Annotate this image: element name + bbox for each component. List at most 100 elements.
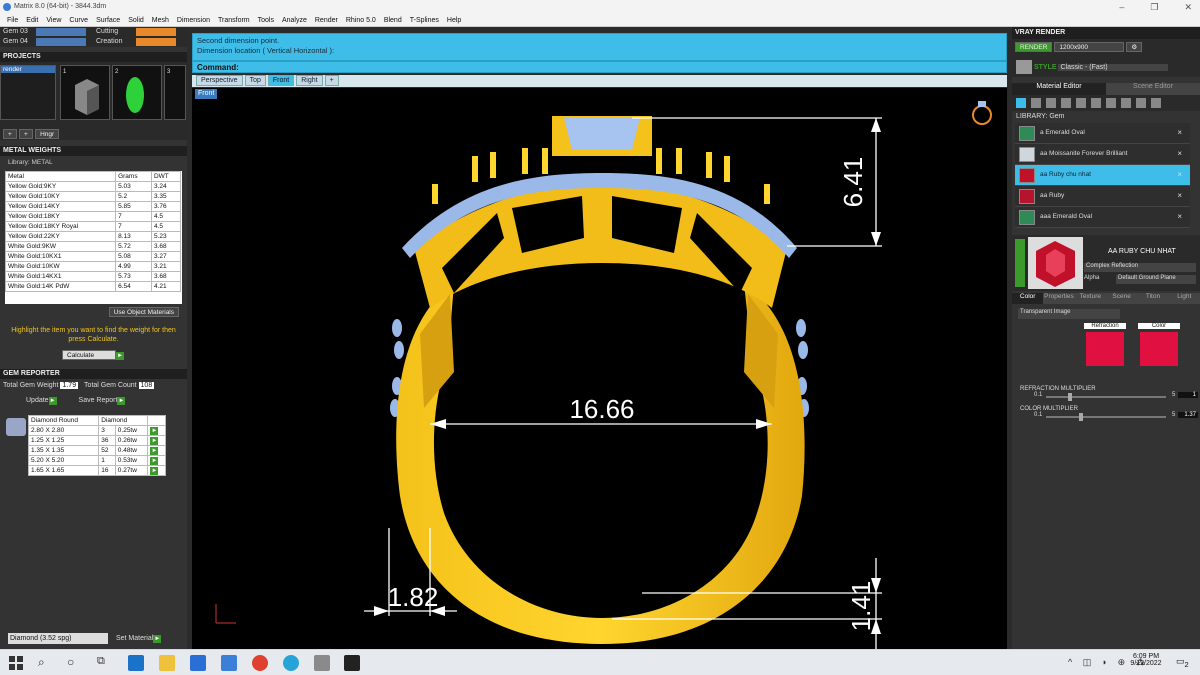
project-thumb-1[interactable]: 1 (60, 65, 110, 120)
add-project-button[interactable]: + (3, 129, 17, 139)
gem-row-go-icon[interactable]: ► (150, 447, 159, 455)
tab-material-editor[interactable]: Material Editor (1012, 83, 1106, 95)
task-view-icon[interactable]: ⧉ (97, 655, 113, 671)
gem-row-go-icon[interactable]: ► (150, 467, 159, 475)
metal-row[interactable]: White Gold:14K PdW 6.54 4.21 (5, 281, 182, 292)
gem-report-row[interactable]: 1.35 X 1.35 52 0.48tw ► (27, 445, 166, 456)
gem-row-go-icon[interactable]: ► (150, 427, 159, 435)
menu-tools[interactable]: Tools (254, 14, 278, 26)
menu-solid[interactable]: Solid (124, 14, 148, 26)
material-tool-icon[interactable] (1151, 98, 1161, 108)
chrome-icon[interactable] (252, 655, 268, 671)
gem-row[interactable]: Gem 03 Cutting (0, 27, 187, 37)
gem-row-go-icon[interactable]: ► (150, 457, 159, 465)
projects-list[interactable]: render (0, 65, 56, 120)
tab-perspective[interactable]: Perspective (196, 75, 243, 86)
cutting-toolbar[interactable] (136, 28, 176, 36)
remove-material-icon[interactable]: × (1177, 149, 1182, 158)
search-icon[interactable]: ⌕ (38, 655, 54, 671)
refraction-swatch[interactable] (1086, 332, 1124, 366)
set-material-go-icon[interactable]: ► (153, 635, 162, 643)
menu-render[interactable]: Render (311, 14, 342, 26)
gem-report-row[interactable]: 1.25 X 1.25 36 0.26tw ► (27, 435, 166, 446)
subtab-titon[interactable]: Titon (1137, 293, 1169, 304)
metal-row[interactable]: White Gold:14KX1 5.73 3.68 (5, 271, 182, 282)
transparent-image-select[interactable]: Transparent Image (1018, 309, 1120, 319)
material-tool-icon[interactable] (1061, 98, 1071, 108)
clock[interactable]: 6:09 PM 9/12/2022 (1126, 653, 1166, 667)
reflection-select[interactable]: Complex Reflection (1084, 263, 1196, 272)
subtab-properties[interactable]: Properties (1043, 293, 1075, 304)
color-slider-thumb[interactable] (1079, 413, 1083, 421)
color-multiplier-value[interactable]: 1.37 (1178, 412, 1198, 418)
add-button[interactable]: + (19, 129, 33, 139)
material-tool-icon[interactable] (1046, 98, 1056, 108)
menu-surface[interactable]: Surface (92, 14, 124, 26)
menu-blend[interactable]: Blend (380, 14, 406, 26)
file-explorer-icon[interactable] (159, 655, 175, 671)
add-viewport-icon[interactable]: + (324, 75, 339, 86)
creation-toolbar[interactable] (136, 38, 176, 46)
material-item[interactable]: aaa Emerald Oval × (1015, 207, 1190, 228)
menu-help[interactable]: Help (443, 14, 465, 26)
material-list[interactable]: a Emerald Oval × aa Moissanite Forever Bri… (1015, 123, 1190, 233)
material-item[interactable]: aa Ruby × (1015, 186, 1190, 207)
menu-dimension[interactable]: Dimension (173, 14, 214, 26)
command-input[interactable]: Command: (192, 61, 1007, 73)
project-thumb-2[interactable]: 2 (112, 65, 162, 120)
material-tool-icon[interactable] (1076, 98, 1086, 108)
project-thumb-3[interactable]: 3 (164, 65, 186, 120)
menu-tsplines[interactable]: T-Splines (406, 14, 443, 26)
gem-report-row[interactable]: 1.65 X 1.65 16 0.27tw ► (27, 465, 166, 476)
save-report-button[interactable]: Save Report (79, 397, 118, 404)
close-button[interactable]: ✕ (1184, 0, 1192, 14)
use-object-materials-button[interactable]: Use Object Materials (108, 307, 179, 317)
metal-row[interactable]: Yellow Gold:10KY 5.2 3.35 (5, 191, 182, 202)
material-item[interactable]: aa Moissanite Forever Brilliant × (1015, 144, 1190, 165)
notification-icon[interactable]: ▭2 (1176, 656, 1189, 669)
remove-material-icon[interactable]: × (1177, 212, 1182, 221)
menu-transform[interactable]: Transform (214, 14, 254, 26)
windows-start-icon[interactable] (8, 655, 24, 671)
update-go-icon[interactable]: ► (48, 397, 57, 405)
save-go-icon[interactable]: ► (117, 397, 126, 405)
tab-top[interactable]: Top (244, 75, 266, 86)
matrix-icon[interactable] (344, 655, 360, 671)
edge-icon[interactable] (128, 655, 144, 671)
style-select[interactable]: Classic - (Fast) (1058, 63, 1169, 71)
ring-view-icon[interactable] (972, 101, 992, 125)
metal-row[interactable]: Yellow Gold:22KY 8.13 5.23 (5, 231, 182, 242)
tab-front[interactable]: Front (267, 75, 295, 86)
material-item[interactable]: aa Ruby chu nhat × (1015, 165, 1190, 186)
tab-scene-editor[interactable]: Scene Editor (1106, 83, 1200, 95)
material-item[interactable]: a Emerald Oval × (1015, 123, 1190, 144)
menu-mesh[interactable]: Mesh (148, 14, 173, 26)
subtab-color[interactable]: Color (1012, 293, 1044, 304)
render-button[interactable]: RENDER (1015, 42, 1053, 52)
gem-row[interactable]: Gem 04 Creation (0, 37, 187, 47)
project-item[interactable]: render (1, 66, 55, 73)
update-button[interactable]: Update (26, 397, 49, 404)
material-tool-icon[interactable] (1121, 98, 1131, 108)
menu-rhino[interactable]: Rhino 5.0 (342, 14, 380, 26)
store-icon[interactable] (190, 655, 206, 671)
metal-row[interactable]: Yellow Gold:18KY Royal 7 4.5 (5, 221, 182, 232)
cortana-icon[interactable]: ○ (67, 655, 83, 671)
material-tool-icon[interactable] (1091, 98, 1101, 108)
calculate-go-icon[interactable]: ► (116, 352, 124, 360)
menu-view[interactable]: View (42, 14, 65, 26)
remove-material-icon[interactable]: × (1177, 128, 1182, 137)
collapse-handle[interactable] (1015, 239, 1025, 287)
front-viewport[interactable]: Front 6.41 16.66 1.41 1.82 (192, 88, 1007, 649)
material-tool-icon[interactable] (1031, 98, 1041, 108)
gem-report-row[interactable]: 5.20 X 5.20 1 0.53tw ► (27, 455, 166, 466)
metal-row[interactable]: White Gold:10KW 4.99 3.21 (5, 261, 182, 272)
remove-material-icon[interactable]: × (1177, 170, 1182, 179)
metal-row[interactable]: Yellow Gold:9KY 5.03 3.24 (5, 181, 182, 192)
material-tool-icon[interactable] (1136, 98, 1146, 108)
menu-file[interactable]: File (3, 14, 22, 26)
app-icon-teal[interactable] (283, 655, 299, 671)
material-tool-icon[interactable] (1016, 98, 1026, 108)
color-slider[interactable] (1046, 413, 1166, 421)
maximize-button[interactable]: ❐ (1150, 0, 1158, 14)
